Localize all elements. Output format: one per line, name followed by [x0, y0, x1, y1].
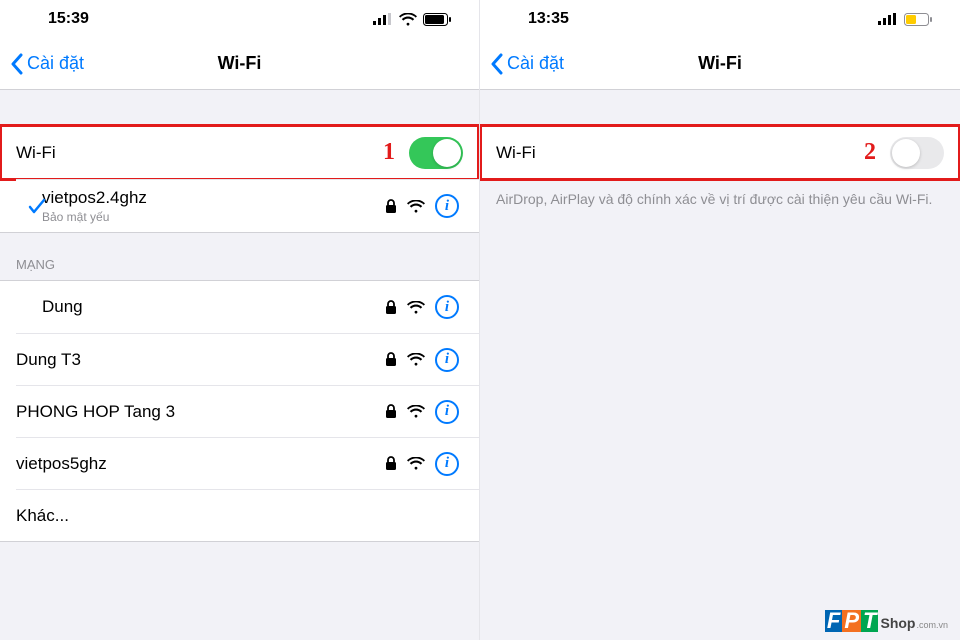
- connected-network-row[interactable]: vietpos2.4ghz Bảo mật yếu i: [16, 179, 479, 232]
- back-button[interactable]: Cài đặt: [0, 53, 84, 75]
- other-label: Khác...: [16, 506, 463, 526]
- info-icon[interactable]: i: [435, 295, 459, 319]
- lock-icon: [385, 456, 397, 471]
- lock-icon: [385, 300, 397, 315]
- network-row[interactable]: Dung i: [0, 281, 479, 333]
- status-right: [878, 13, 932, 26]
- network-ssid: vietpos5ghz: [16, 454, 385, 474]
- wifi-strength-icon: [407, 457, 425, 470]
- wifi-strength-icon: [407, 200, 425, 213]
- wifi-toggle-row[interactable]: Wi-Fi 1: [0, 127, 479, 179]
- signal-icon: [878, 13, 898, 25]
- lock-icon: [385, 352, 397, 367]
- wifi-section: Wi-Fi 2: [480, 126, 960, 180]
- info-icon[interactable]: i: [435, 348, 459, 372]
- connected-ssid: vietpos2.4ghz: [42, 188, 385, 208]
- watermark-p: P: [842, 610, 861, 632]
- networks-section: Dung i Dung T3 i PHONG H: [0, 280, 479, 542]
- status-right: [373, 13, 451, 26]
- right-screenshot: 13:35 Cài đặt Wi-Fi: [480, 0, 960, 640]
- back-button[interactable]: Cài đặt: [480, 53, 564, 75]
- connected-security-note: Bảo mật yếu: [42, 210, 385, 224]
- wifi-icon: [399, 13, 417, 26]
- status-bar: 15:39: [0, 0, 479, 38]
- wifi-section: Wi-Fi 1 vietpos2.4ghz Bảo mật yếu: [0, 126, 479, 233]
- watermark-f: F: [825, 610, 842, 632]
- network-row[interactable]: Dung T3 i: [16, 333, 479, 385]
- wifi-toggle[interactable]: [890, 137, 944, 169]
- wifi-off-description: AirDrop, AirPlay và độ chính xác về vị t…: [480, 180, 960, 210]
- status-time: 13:35: [528, 10, 569, 28]
- callout-1: 1: [383, 139, 395, 166]
- other-network-row[interactable]: Khác...: [16, 489, 479, 541]
- battery-icon: [423, 13, 451, 26]
- networks-header: MẠNG: [0, 233, 479, 280]
- status-bar: 13:35: [480, 0, 960, 38]
- status-time: 15:39: [48, 10, 89, 28]
- network-row[interactable]: PHONG HOP Tang 3 i: [16, 385, 479, 437]
- wifi-toggle[interactable]: [409, 137, 463, 169]
- content: Wi-Fi 1 vietpos2.4ghz Bảo mật yếu: [0, 90, 479, 640]
- chevron-left-icon: [490, 53, 503, 75]
- network-ssid: Dung T3: [16, 350, 385, 370]
- info-icon[interactable]: i: [435, 194, 459, 218]
- callout-2: 2: [864, 139, 876, 166]
- back-label: Cài đặt: [507, 53, 564, 74]
- wifi-toggle-label: Wi-Fi: [16, 143, 409, 163]
- wifi-toggle-label: Wi-Fi: [496, 143, 890, 163]
- network-row[interactable]: vietpos5ghz i: [16, 437, 479, 489]
- wifi-strength-icon: [407, 353, 425, 366]
- left-screenshot: 15:39 Cài đặt Wi-Fi: [0, 0, 480, 640]
- network-ssid: Dung: [42, 297, 385, 317]
- wifi-strength-icon: [407, 301, 425, 314]
- watermark: FPT Shop.com.vn: [825, 610, 948, 632]
- page-title: Wi-Fi: [698, 53, 742, 74]
- page-title: Wi-Fi: [218, 53, 262, 74]
- battery-low-icon: [904, 13, 932, 26]
- wifi-toggle-row[interactable]: Wi-Fi 2: [480, 127, 960, 179]
- nav-bar: Cài đặt Wi-Fi: [0, 38, 479, 90]
- nav-bar: Cài đặt Wi-Fi: [480, 38, 960, 90]
- watermark-shop: Shop: [880, 615, 915, 631]
- back-label: Cài đặt: [27, 53, 84, 74]
- watermark-suffix: .com.vn: [916, 620, 948, 630]
- checkmark-icon: [28, 197, 46, 215]
- info-icon[interactable]: i: [435, 400, 459, 424]
- wifi-strength-icon: [407, 405, 425, 418]
- network-ssid: PHONG HOP Tang 3: [16, 402, 385, 422]
- signal-icon: [373, 13, 393, 25]
- lock-icon: [385, 404, 397, 419]
- content: Wi-Fi 2 AirDrop, AirPlay và độ chính xác…: [480, 90, 960, 640]
- info-icon[interactable]: i: [435, 452, 459, 476]
- watermark-t: T: [861, 610, 878, 632]
- lock-icon: [385, 199, 397, 214]
- chevron-left-icon: [10, 53, 23, 75]
